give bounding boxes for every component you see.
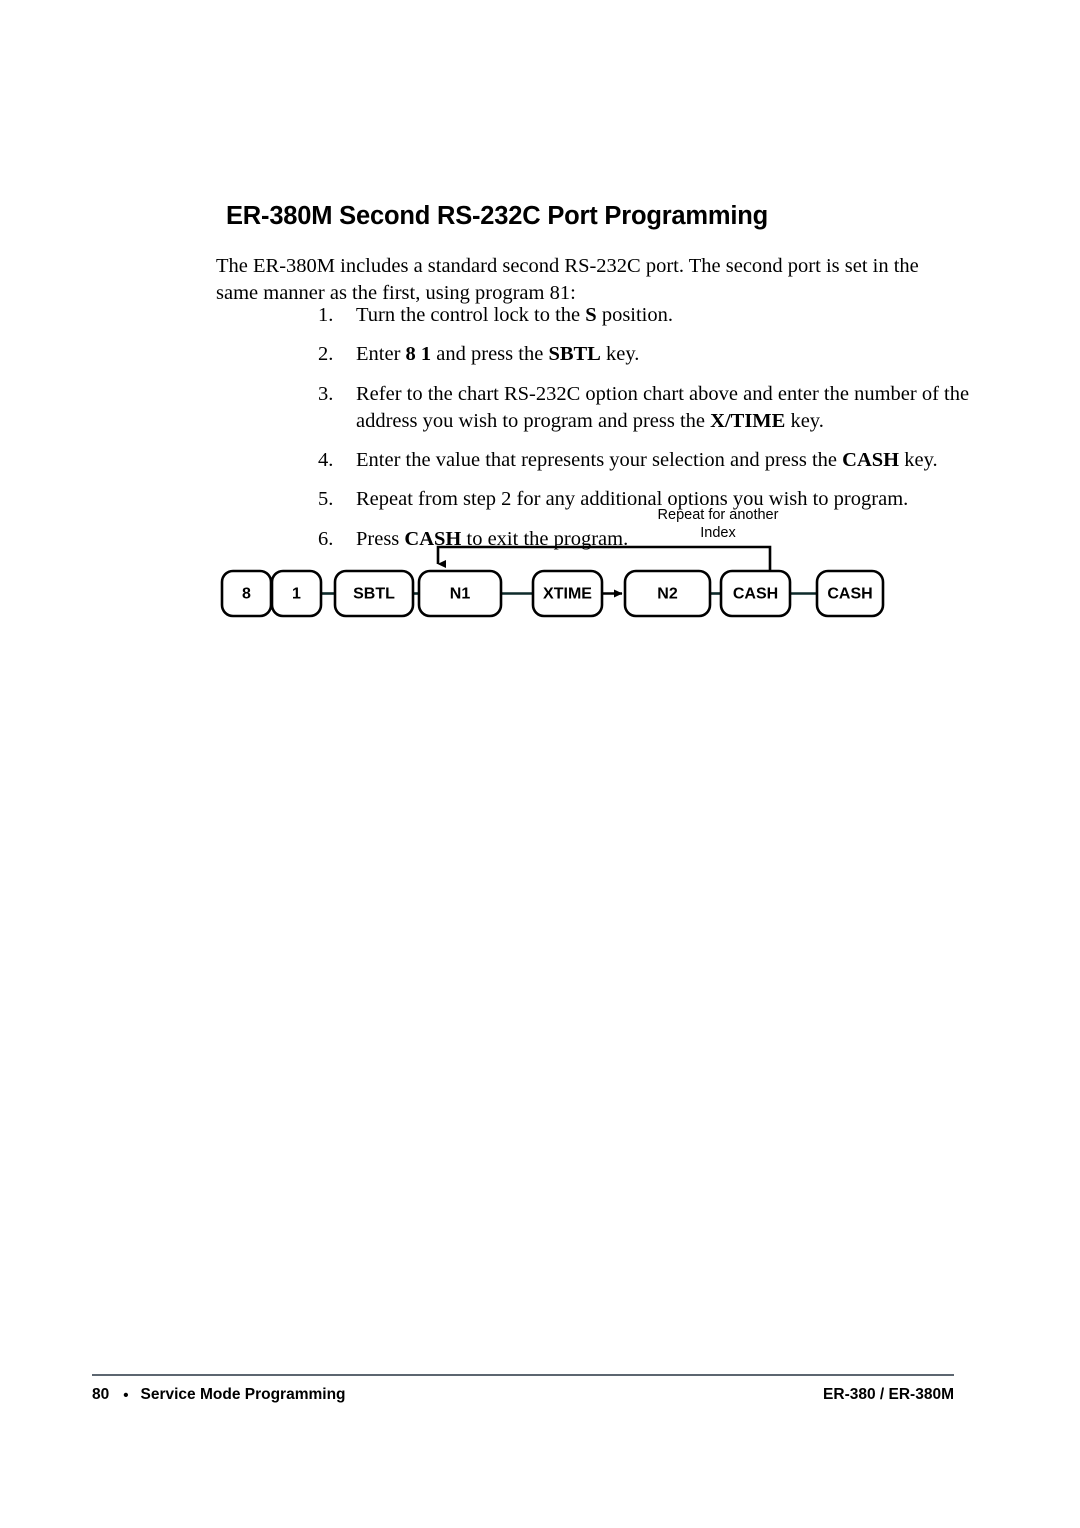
loop-label: Repeat for another Index [628,506,808,542]
step-text-run: position. [596,304,674,326]
step-item: 1. Turn the control lock to the S positio… [318,302,1008,329]
flow-node-label: SBTL [353,586,395,603]
step-text: Turn the control lock to the S position. [356,302,1008,329]
step-number: 4. [318,449,334,471]
flow-nodes: 8 1 SBTL N1 XTIME N2 CASH CASH [220,569,885,618]
step-item: 3. Refer to the chart RS-232C option char… [318,381,1008,436]
page-title: ER-380M Second RS-232C Port Programming [226,202,768,231]
step-emphasis: X/TIME [710,409,786,432]
loop-back-arrow [436,545,772,571]
footer-section-name: Service Mode Programming [140,1386,346,1403]
flow-node-xtime: XTIME [531,569,604,618]
step-text-run: Turn the control lock to the [356,304,586,326]
step-number: 1. [318,304,334,326]
step-text-run: key. [785,409,824,432]
loop-label-line1: Repeat for another [657,507,779,523]
footer-left-group: 80 • Service Mode Programming [92,1386,346,1404]
step-number: 3. [318,382,334,405]
footer-model-name: ER-380 / ER-380M [823,1386,954,1403]
flow-diagram: Repeat for another Index 8 1 SBTL N1 XTI… [210,500,910,625]
step-text-run: Refer to the chart RS-232C option chart … [356,382,970,432]
step-item: 4. Enter the value that represents your s… [318,447,1008,474]
step-text: Refer to the chart RS-232C option chart … [356,381,1008,436]
bullet-icon: • [123,1386,129,1404]
page-footer: 80 • Service Mode Programming ER-380 / E… [92,1382,954,1408]
flow-node-label: CASH [827,586,872,603]
flow-node-label: N1 [450,586,471,603]
flow-node-n1: N1 [417,569,503,618]
loop-label-line2: Index [700,525,736,542]
flow-node-sbtl: SBTL [333,569,415,618]
flow-node-label: 1 [292,586,301,603]
document-page: ER-380M Second RS-232C Port Programming … [0,0,1080,1528]
step-text-run: Enter [356,343,406,366]
step-emphasis: CASH [842,449,900,471]
step-text: Enter the value that represents your sel… [356,447,1008,474]
step-text-run: key. [600,343,640,366]
step-text-run: Enter the value that represents your sel… [356,449,843,471]
step-text-run: key. [899,449,938,471]
flow-node-1: 1 [270,569,323,618]
flow-node-cash: CASH [719,569,792,618]
footer-page-number: 80 [92,1386,110,1403]
step-item: 2. Enter 8 1 and press the SBTL key. [318,341,1008,368]
footer-divider [92,1374,954,1376]
flow-node-cash: CASH [815,569,885,618]
flow-node-label: 8 [242,586,251,603]
flow-node-label: CASH [733,586,778,603]
flow-node-8: 8 [220,569,273,618]
step-emphasis: S [585,304,597,326]
flow-node-label: XTIME [543,586,592,603]
flow-node-label: N2 [657,586,678,603]
step-text-run: and press the [431,343,549,366]
step-emphasis: 8 1 [405,343,432,366]
step-number: 2. [318,343,334,366]
step-text: Enter 8 1 and press the SBTL key. [356,341,1008,368]
intro-paragraph: The ER-380M includes a standard second R… [216,254,919,304]
step-emphasis: SBTL [548,343,601,366]
flow-node-n2: N2 [623,569,712,618]
